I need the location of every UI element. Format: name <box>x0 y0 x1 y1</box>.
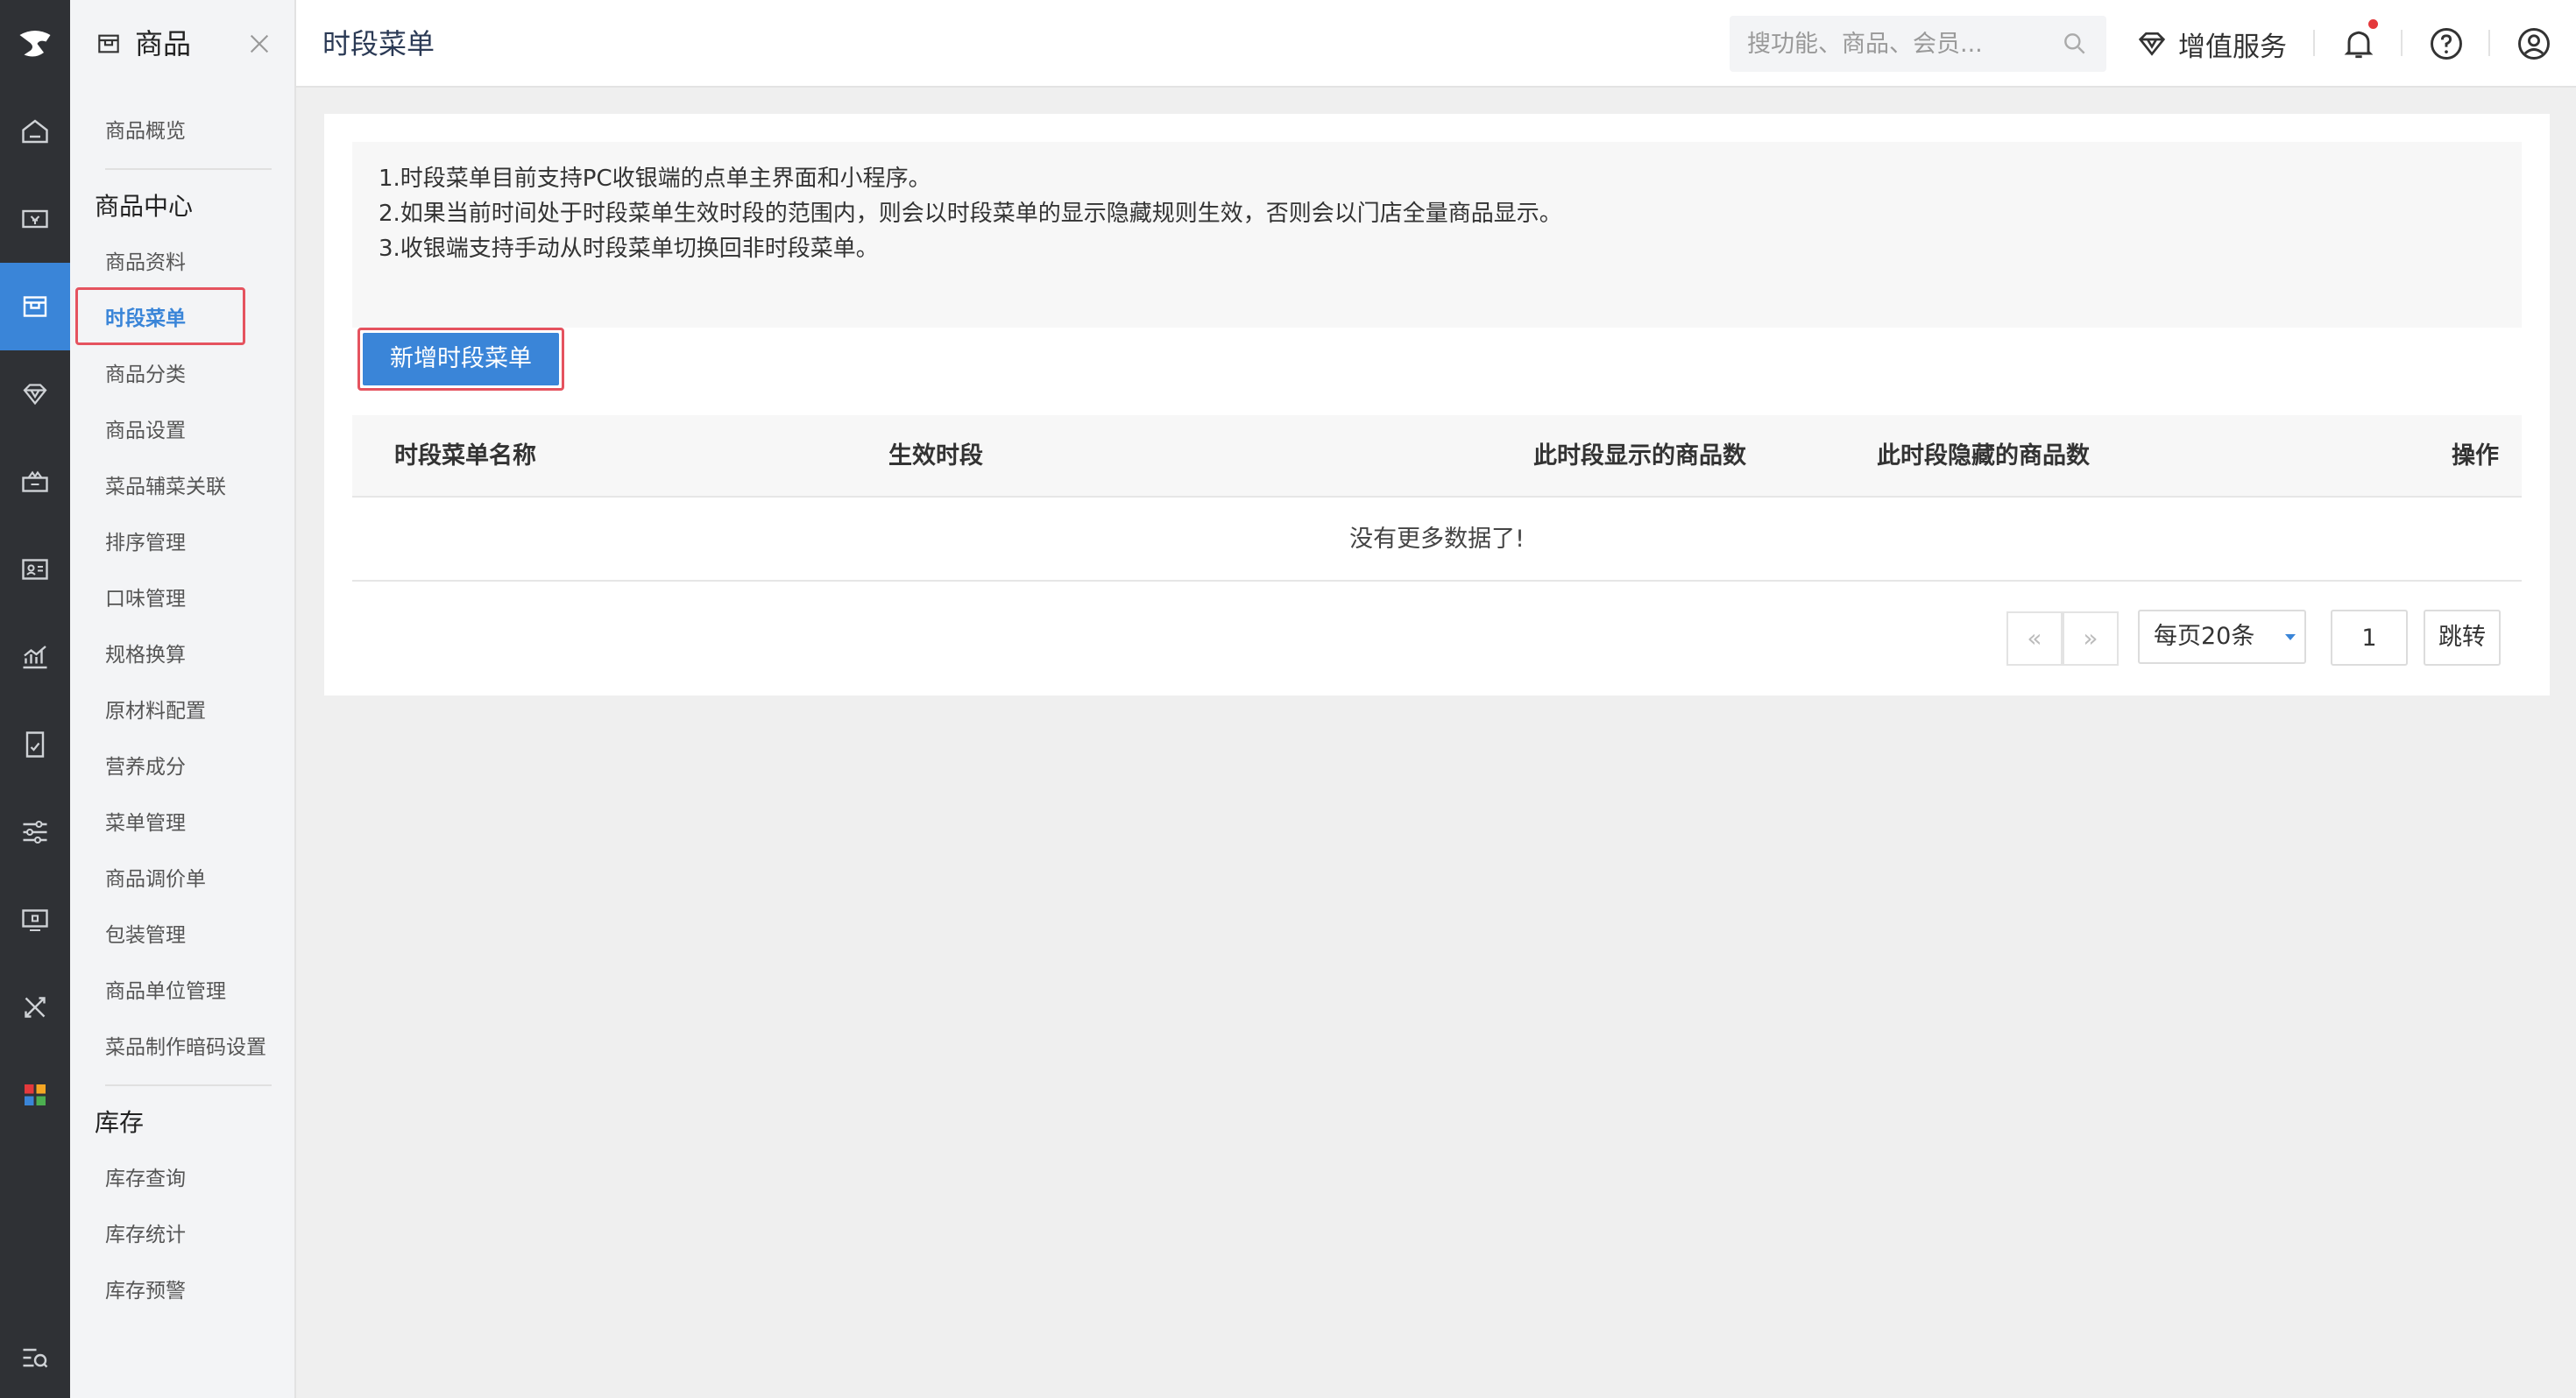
value-added-label: 增值服务 <box>2178 31 2287 63</box>
rail-report[interactable] <box>0 613 70 701</box>
column-header-actions: 操作 <box>2452 442 2499 470</box>
module-title: 商品 <box>135 27 192 60</box>
tools-icon <box>25 997 46 1018</box>
subnav-group-goods-center: 商品中心 <box>95 192 194 221</box>
subnav-item-stock-stats[interactable]: 库存统计 <box>105 1211 186 1260</box>
chevron-down-icon <box>2285 634 2296 640</box>
help-icon[interactable] <box>2427 25 2466 63</box>
notice-line: 2.如果当前时间处于时段菜单生效时段的范围内，则会以时段菜单的显示隐藏规则生效，… <box>379 201 1562 227</box>
rail-finance[interactable] <box>0 701 70 788</box>
column-header-period: 生效时段 <box>888 442 983 470</box>
rail-tools[interactable] <box>0 964 70 1051</box>
sub-navigation: 商品 商品概览 商品中心 商品资料 时段菜单 商品分类 商品设置 菜品辅菜关联 … <box>70 0 296 1398</box>
finance-doc-icon <box>25 731 45 758</box>
global-search[interactable] <box>1730 16 2106 72</box>
table-header: 时段菜单名称 生效时段 此时段显示的商品数 此时段隐藏的商品数 操作 <box>352 415 2522 498</box>
subnav-item-secret-code[interactable]: 菜品制作暗码设置 <box>105 1023 266 1072</box>
rail-apps[interactable] <box>0 1051 70 1139</box>
subnav-item-overview[interactable]: 商品概览 <box>105 107 186 156</box>
subnav-item-menu-manage[interactable]: 菜单管理 <box>105 799 186 848</box>
rail-marketing[interactable] <box>0 438 70 526</box>
subnav-item-stock-query[interactable]: 库存查询 <box>105 1154 186 1204</box>
search-menu-icon <box>23 1348 48 1368</box>
subnav-item-time-menu[interactable]: 时段菜单 <box>105 294 186 343</box>
rail-settings[interactable] <box>0 788 70 876</box>
column-header-shown-count: 此时段显示的商品数 <box>1533 442 1746 470</box>
column-header-name: 时段菜单名称 <box>394 442 536 470</box>
rail-goods[interactable] <box>0 263 70 350</box>
add-button-highlight: 新增时段菜单 <box>357 328 564 391</box>
table-empty-state: 没有更多数据了! <box>352 498 2522 582</box>
jump-button[interactable]: 跳转 <box>2424 610 2501 666</box>
device-icon <box>22 909 48 932</box>
search-icon[interactable] <box>2061 30 2089 58</box>
rail-member[interactable] <box>0 526 70 613</box>
diamond-icon <box>2138 32 2166 56</box>
rail-home[interactable] <box>0 88 70 175</box>
notice-line: 3.收银端支持手动从时段菜单切换回非时段菜单。 <box>379 236 879 262</box>
subnav-item-flavor[interactable]: 口味管理 <box>105 575 186 624</box>
subnav-item-spec[interactable]: 规格换算 <box>105 631 186 680</box>
settings-sliders-icon <box>23 820 47 844</box>
bell-icon[interactable] <box>2339 25 2378 63</box>
marketing-icon <box>22 470 48 492</box>
subnav-item-packaging[interactable]: 包装管理 <box>105 911 186 960</box>
notice-box: 1.时段菜单目前支持PC收银端的点单主界面和小程序。 2.如果当前时间处于时段菜… <box>352 142 2522 328</box>
subnav-item-goods-category[interactable]: 商品分类 <box>105 350 186 399</box>
subnav-item-raw-material[interactable]: 原材料配置 <box>105 687 206 736</box>
subnav-header: 商品 <box>70 0 294 88</box>
pagination-prev[interactable]: « <box>2006 611 2063 666</box>
subnav-item-nutrition[interactable]: 营养成分 <box>105 743 186 792</box>
rail-value[interactable] <box>0 350 70 438</box>
notice-line: 1.时段菜单目前支持PC收银端的点单主界面和小程序。 <box>379 166 931 192</box>
rail-cashier[interactable] <box>0 175 70 263</box>
subnav-divider <box>105 1084 272 1086</box>
subnav-item-goods-info[interactable]: 商品资料 <box>105 238 186 287</box>
top-bar: 时段菜单 增值服务 <box>296 0 2576 88</box>
apps-grid-icon <box>25 1084 46 1105</box>
subnav-item-sort[interactable]: 排序管理 <box>105 519 186 568</box>
subnav-item-side-dish[interactable]: 菜品辅菜关联 <box>105 462 226 512</box>
user-avatar-icon[interactable] <box>2515 25 2553 63</box>
goods-icon <box>98 34 119 53</box>
cashier-icon <box>22 209 48 229</box>
page-number-input[interactable] <box>2331 610 2408 666</box>
add-time-menu-button[interactable]: 新增时段菜单 <box>363 333 559 385</box>
column-header-hidden-count: 此时段隐藏的商品数 <box>1877 442 2090 470</box>
value-added-services[interactable]: 增值服务 <box>2134 21 2287 67</box>
brand-logo[interactable] <box>0 0 70 88</box>
report-chart-icon <box>23 646 47 669</box>
page-size-select[interactable]: 每页20条 <box>2138 610 2306 664</box>
subnav-item-unit[interactable]: 商品单位管理 <box>105 967 226 1016</box>
brand-logo-icon <box>19 31 51 57</box>
search-input[interactable] <box>1747 25 2045 63</box>
subnav-group-inventory: 库存 <box>95 1108 145 1137</box>
header-divider <box>2313 30 2315 56</box>
header-divider <box>2488 30 2490 56</box>
rail-menu-search[interactable] <box>0 1314 70 1398</box>
rail-device[interactable] <box>0 876 70 964</box>
content-card: 1.时段菜单目前支持PC收银端的点单主界面和小程序。 2.如果当前时间处于时段菜… <box>324 114 2550 695</box>
header-divider <box>2401 30 2403 56</box>
pagination-next[interactable]: » <box>2063 611 2119 666</box>
home-icon <box>22 119 48 144</box>
diamond-icon <box>23 384 47 406</box>
icon-rail <box>0 0 70 1398</box>
page-title: 时段菜单 <box>322 27 435 60</box>
subnav-divider <box>105 168 272 170</box>
subnav-item-goods-settings[interactable]: 商品设置 <box>105 406 186 455</box>
member-card-icon <box>22 559 48 580</box>
subnav-item-stock-alert[interactable]: 库存预警 <box>105 1267 186 1316</box>
notification-dot <box>2368 19 2378 29</box>
subnav-item-price-adjust[interactable]: 商品调价单 <box>105 855 206 904</box>
page-size-label: 每页20条 <box>2154 623 2255 650</box>
goods-icon <box>23 296 47 317</box>
close-icon[interactable] <box>245 30 273 58</box>
